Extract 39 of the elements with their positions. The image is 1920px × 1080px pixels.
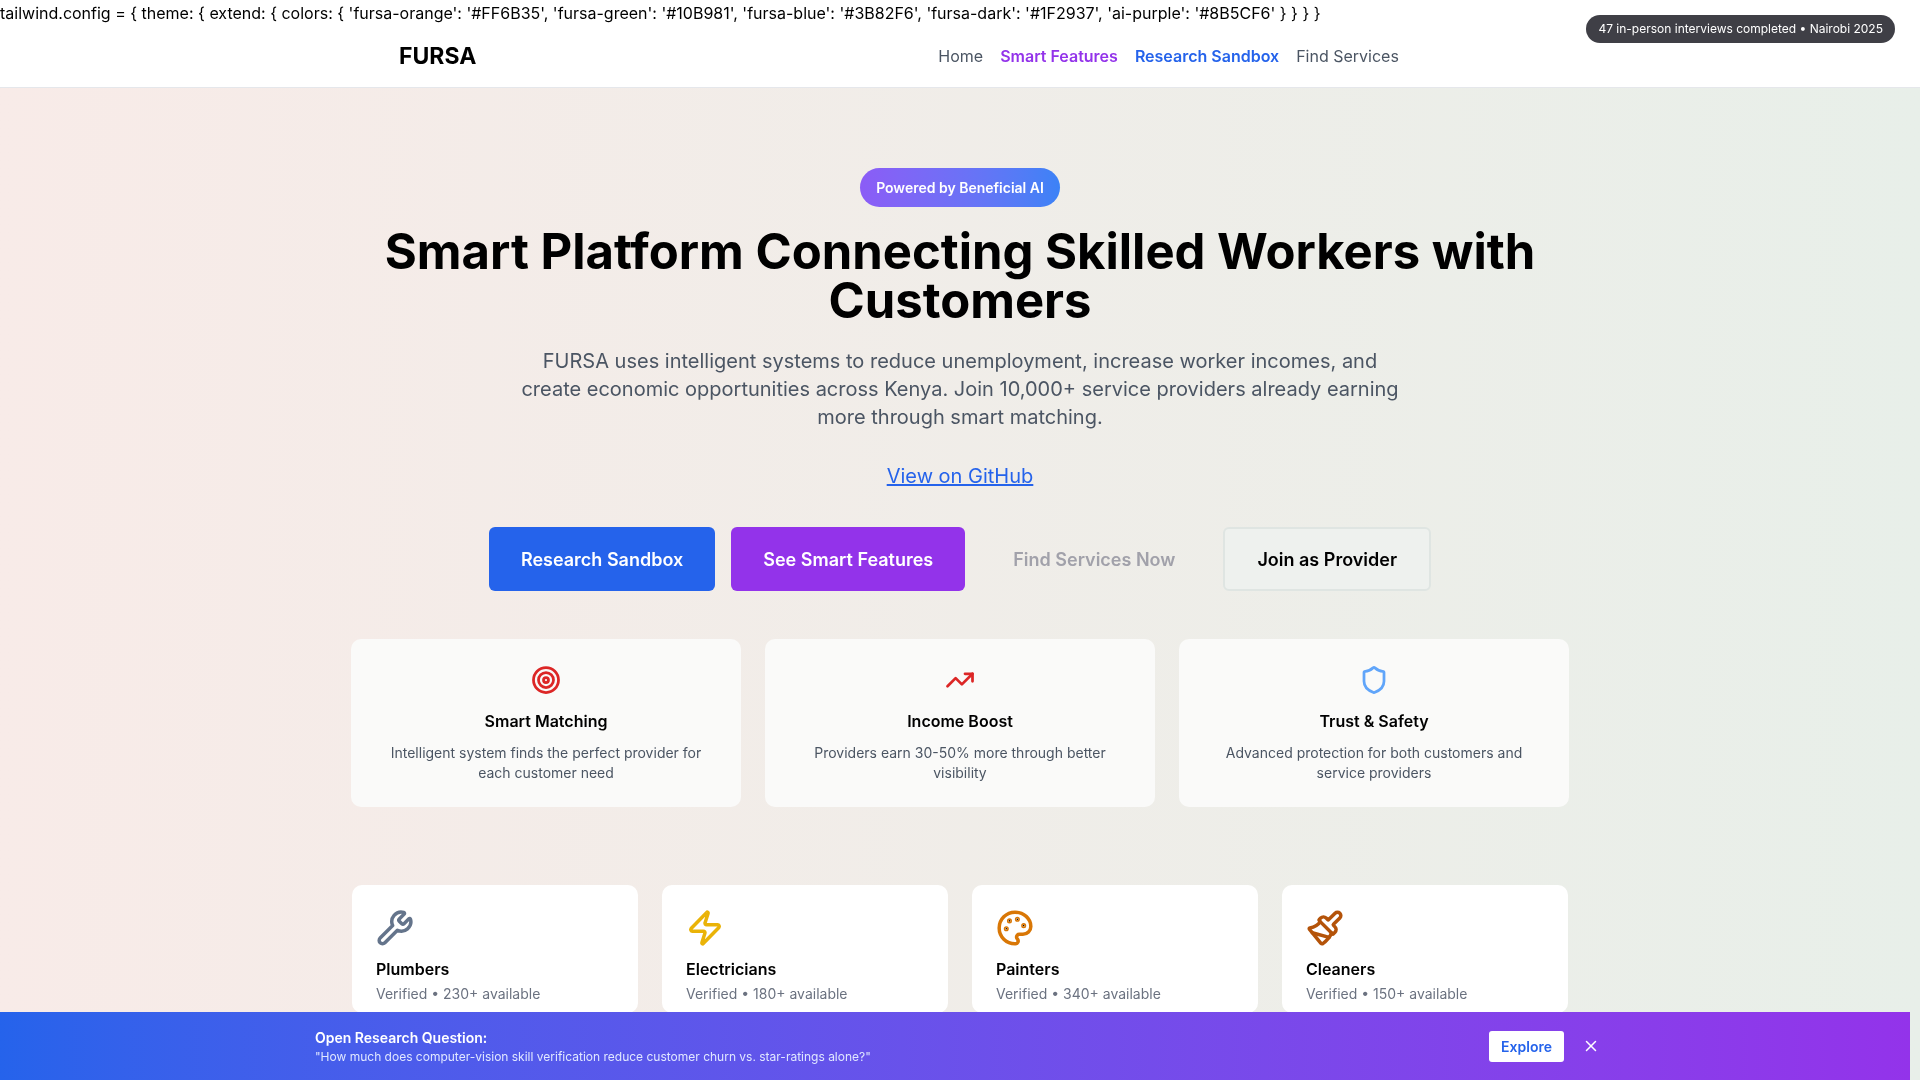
- hero-button[interactable]: Join as Provider: [1223, 527, 1432, 591]
- service-title: Plumbers: [376, 958, 450, 981]
- service-text: Verified • 180+ available: [686, 984, 848, 1004]
- service-title: Painters: [996, 958, 1060, 981]
- service-text: Verified • 230+ available: [376, 984, 541, 1004]
- wrench-icon: [376, 909, 414, 947]
- status-badge: 47 in-person interviews completed • Nairobi 2025: [1586, 15, 1895, 43]
- banner-question: "How much does computer-vision skill verification reduce customer churn vs. star-ratings alone?": [315, 1047, 872, 1066]
- ai-badge: Powered by Beneficial AI: [860, 168, 1060, 207]
- nav-link[interactable]: Find Services: [1296, 44, 1399, 68]
- lightning-icon: [686, 909, 724, 947]
- config-text: tailwind.config = { theme: { extend: { colors: { 'fursa-orange': '#FF6B35', 'fursa-green': '#10B981', 'fursa-blue': '#3B82F6', 'fursa-dark': '#1F2937', 'ai-purple': '#8B5CF6' } } } }: [0, 1, 1321, 25]
- service-card[interactable]: Plumbers Verified • 230+ available: [352, 885, 638, 1013]
- feature-title: Trust & Safety: [1319, 710, 1429, 733]
- github-link[interactable]: View on GitHub: [886, 461, 1034, 491]
- nav-link[interactable]: Smart Features: [1000, 44, 1118, 68]
- feature-title: Income Boost: [907, 710, 1013, 733]
- service-title: Cleaners: [1306, 958, 1376, 981]
- service-card[interactable]: Electricians Verified • 180+ available: [662, 885, 948, 1013]
- nav-link[interactable]: Research Sandbox: [1134, 44, 1280, 68]
- target-icon: [531, 665, 561, 695]
- service-title: Electricians: [686, 958, 777, 981]
- palette-icon: [996, 909, 1034, 947]
- feature-text: Providers earn 30-50% more through better visibility: [813, 743, 1107, 783]
- hero-subtitle: FURSA uses intelligent systems to reduce unemployment, increase worker incomes, and create economic opportunities across Kenya. Join 10,000+ service providers already earning more through smart matching.: [520, 348, 1400, 431]
- explore-button[interactable]: Explore: [1489, 1030, 1564, 1062]
- service-text: Verified • 150+ available: [1306, 984, 1468, 1004]
- feature-text: Intelligent system finds the perfect provider for each customer need: [389, 743, 703, 783]
- hero-title: Smart Platform Connecting Skilled Workers with Customers: [383, 227, 1537, 325]
- nav-link[interactable]: Home: [938, 44, 984, 68]
- hero-button[interactable]: See Smart Features: [731, 527, 966, 591]
- feature-title: Smart Matching: [484, 710, 608, 733]
- feature-text: Advanced protection for both customers and service providers: [1224, 743, 1524, 783]
- banner-title: Open Research Question:: [315, 1027, 489, 1048]
- service-card[interactable]: Cleaners Verified • 150+ available: [1282, 885, 1568, 1013]
- hero-button[interactable]: Research Sandbox: [488, 527, 716, 591]
- logo: FURSA: [399, 40, 477, 72]
- service-card[interactable]: Painters Verified • 340+ available: [972, 885, 1258, 1013]
- service-text: Verified • 340+ available: [996, 984, 1161, 1004]
